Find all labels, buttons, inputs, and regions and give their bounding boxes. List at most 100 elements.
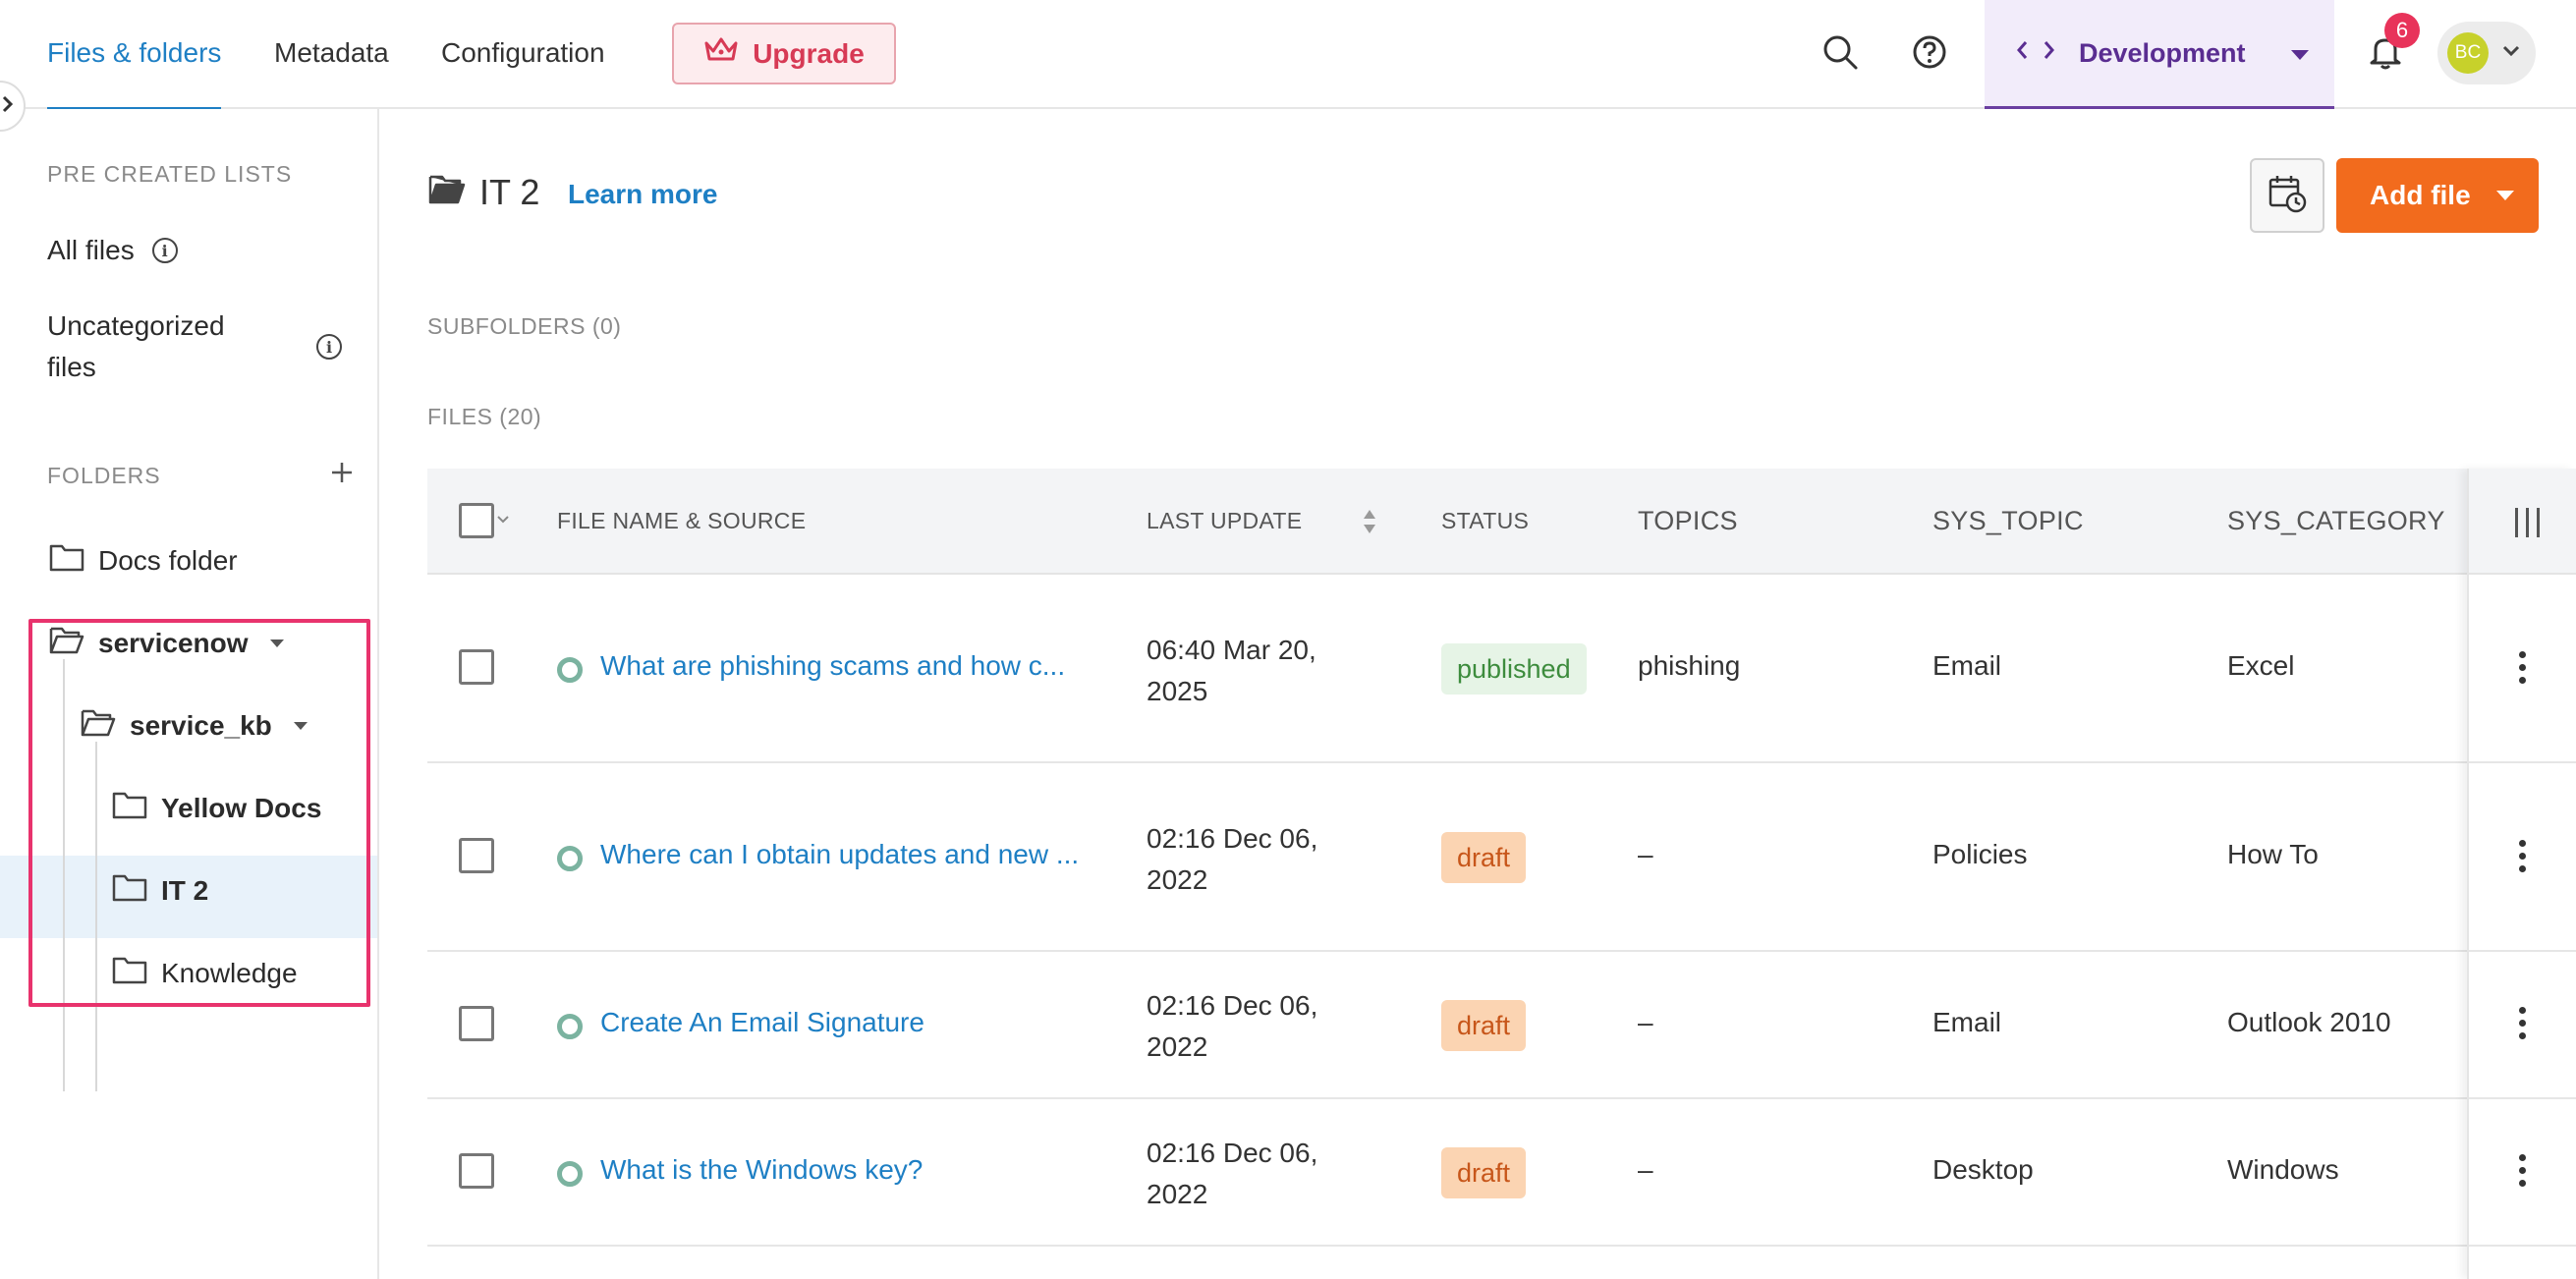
notification-count-badge: 6: [2384, 13, 2420, 48]
avatar: BC: [2447, 32, 2489, 74]
table-row[interactable]: What is the Windows key? 02:16 Dec 06, 2…: [427, 1099, 2576, 1247]
actions-column: [2467, 469, 2576, 1279]
table-row[interactable]: Create An Email Signature 02:16 Dec 06, …: [427, 952, 2576, 1099]
learn-more-link[interactable]: Learn more: [568, 179, 718, 210]
status-badge: draft: [1441, 1147, 1527, 1198]
source-icon: [557, 846, 583, 871]
sort-icon[interactable]: [1362, 508, 1377, 540]
last-update-cell: 02:16 Dec 06, 2022: [1147, 818, 1317, 901]
column-header-file-name: FILE NAME & SOURCE: [557, 508, 807, 533]
chevron-down-icon[interactable]: [496, 512, 510, 529]
status-badge: draft: [1441, 832, 1527, 883]
tab-files-and-folders[interactable]: Files & folders: [47, 0, 222, 111]
subfolders-count-label: SUBFOLDERS (0): [427, 313, 622, 339]
date-line2: 2022: [1147, 864, 1208, 895]
chevron-right-icon: [2, 93, 14, 119]
row-checkbox[interactable]: [459, 1006, 494, 1041]
source-icon: [557, 657, 583, 683]
sys-topic-cell: Policies: [1932, 839, 2028, 869]
column-header-sys-topic: SYS_TOPIC: [1932, 506, 2084, 535]
folder-label: Docs folder: [98, 544, 238, 576]
tab-metadata[interactable]: Metadata: [274, 0, 389, 109]
table-header: FILE NAME & SOURCE LAST UPDATE STATUS TO…: [427, 469, 2576, 575]
folder-title-text: IT 2: [479, 172, 540, 212]
file-name-link[interactable]: Where can I obtain updates and new ...: [600, 839, 1079, 870]
add-folder-button[interactable]: [330, 461, 354, 489]
top-navigation-bar: Files & folders Metadata Configuration U…: [0, 0, 2576, 111]
upgrade-button[interactable]: Upgrade: [672, 23, 896, 84]
question-circle-icon: [1912, 34, 1947, 75]
file-name-link[interactable]: What is the Windows key?: [600, 1154, 923, 1186]
row-checkbox[interactable]: [459, 1153, 494, 1189]
column-header-sys-category: SYS_CATEGORY: [2227, 506, 2445, 535]
search-icon: [1821, 33, 1859, 76]
topics-cell: –: [1638, 839, 1653, 869]
search-button[interactable]: [1814, 28, 1867, 81]
info-icon[interactable]: i: [316, 334, 342, 360]
row-checkbox[interactable]: [459, 838, 494, 873]
caret-down-icon: [2495, 191, 2514, 200]
tab-configuration[interactable]: Configuration: [441, 0, 605, 109]
last-update-cell: 02:16 Dec 06, 2022: [1147, 985, 1317, 1068]
all-files-label: All files: [47, 235, 135, 265]
precreated-lists-heading: PRE CREATED LISTS: [47, 161, 293, 187]
date-line2: 2022: [1147, 1031, 1208, 1062]
folders-heading: FOLDERS: [47, 463, 161, 488]
info-icon[interactable]: i: [151, 238, 178, 263]
topics-cell: –: [1638, 1007, 1653, 1037]
date-line2: 2025: [1147, 676, 1208, 706]
last-update-cell: 06:40 Mar 20, 2025: [1147, 630, 1316, 712]
upgrade-label: Upgrade: [753, 37, 865, 69]
sys-topic-cell: Desktop: [1932, 1154, 2034, 1185]
date-line1: 02:16 Dec 06,: [1147, 990, 1318, 1021]
user-menu[interactable]: BC: [2437, 22, 2536, 84]
topics-cell: phishing: [1638, 650, 1741, 681]
crown-icon: [703, 35, 739, 72]
sys-category-cell: Excel: [2227, 650, 2295, 681]
sidebar: PRE CREATED LISTS All files i Uncategori…: [0, 109, 379, 1279]
folder-docs-folder[interactable]: Docs folder: [49, 542, 238, 579]
date-line1: 02:16 Dec 06,: [1147, 823, 1318, 854]
column-header-last-update[interactable]: LAST UPDATE: [1147, 469, 1302, 575]
date-line1: 02:16 Dec 06,: [1147, 1138, 1318, 1168]
uncategorized-line2: files: [47, 352, 96, 382]
source-icon: [557, 1014, 583, 1039]
folder-open-icon: [428, 172, 466, 213]
sys-category-cell: How To: [2227, 839, 2319, 869]
sidebar-item-uncategorized-files[interactable]: Uncategorized files i: [47, 306, 342, 388]
add-file-label: Add file: [2370, 180, 2471, 210]
schedule-button[interactable]: [2250, 158, 2324, 233]
file-name-link[interactable]: Create An Email Signature: [600, 1007, 924, 1038]
select-all-checkbox[interactable]: [459, 503, 494, 538]
last-update-cell: 02:16 Dec 06, 2022: [1147, 1133, 1317, 1215]
uncategorized-line1: Uncategorized: [47, 310, 225, 341]
add-file-button[interactable]: Add file: [2336, 158, 2539, 233]
status-badge: draft: [1441, 1000, 1527, 1051]
row-checkbox[interactable]: [459, 649, 494, 685]
file-name-link[interactable]: What are phishing scams and how c...: [600, 650, 1065, 682]
sidebar-item-all-files[interactable]: All files i: [47, 235, 178, 266]
column-header-topics: TOPICS: [1638, 506, 1738, 535]
environment-selector[interactable]: Development: [1985, 0, 2334, 109]
table-row[interactable]: Where can I obtain updates and new ... 0…: [427, 763, 2576, 952]
status-badge: published: [1441, 643, 1587, 695]
sys-category-cell: Windows: [2227, 1154, 2339, 1185]
plus-icon: [330, 463, 354, 488]
date-line2: 2022: [1147, 1179, 1208, 1209]
sys-category-cell: Outlook 2010: [2227, 1007, 2391, 1037]
folder-title: IT 2: [428, 172, 539, 213]
sys-topic-cell: Email: [1932, 650, 2002, 681]
help-button[interactable]: [1903, 28, 1956, 81]
main-content: IT 2 Learn more Add file SUBFOLDERS (0) …: [379, 109, 2576, 1279]
environment-label: Development: [2079, 37, 2246, 68]
source-icon: [557, 1161, 583, 1187]
uncategorized-files-label: Uncategorized files: [47, 306, 225, 388]
column-settings-icon[interactable]: [2515, 508, 2540, 537]
files-count-label: FILES (20): [427, 404, 542, 429]
annotation-highlight-box: [28, 619, 370, 1007]
date-line1: 06:40 Mar 20,: [1147, 635, 1316, 665]
chevron-down-icon: [2289, 38, 2311, 69]
table-row[interactable]: What are phishing scams and how c... 06:…: [427, 575, 2576, 763]
calendar-clock-icon: [2268, 174, 2307, 218]
sys-topic-cell: Email: [1932, 1007, 2002, 1037]
